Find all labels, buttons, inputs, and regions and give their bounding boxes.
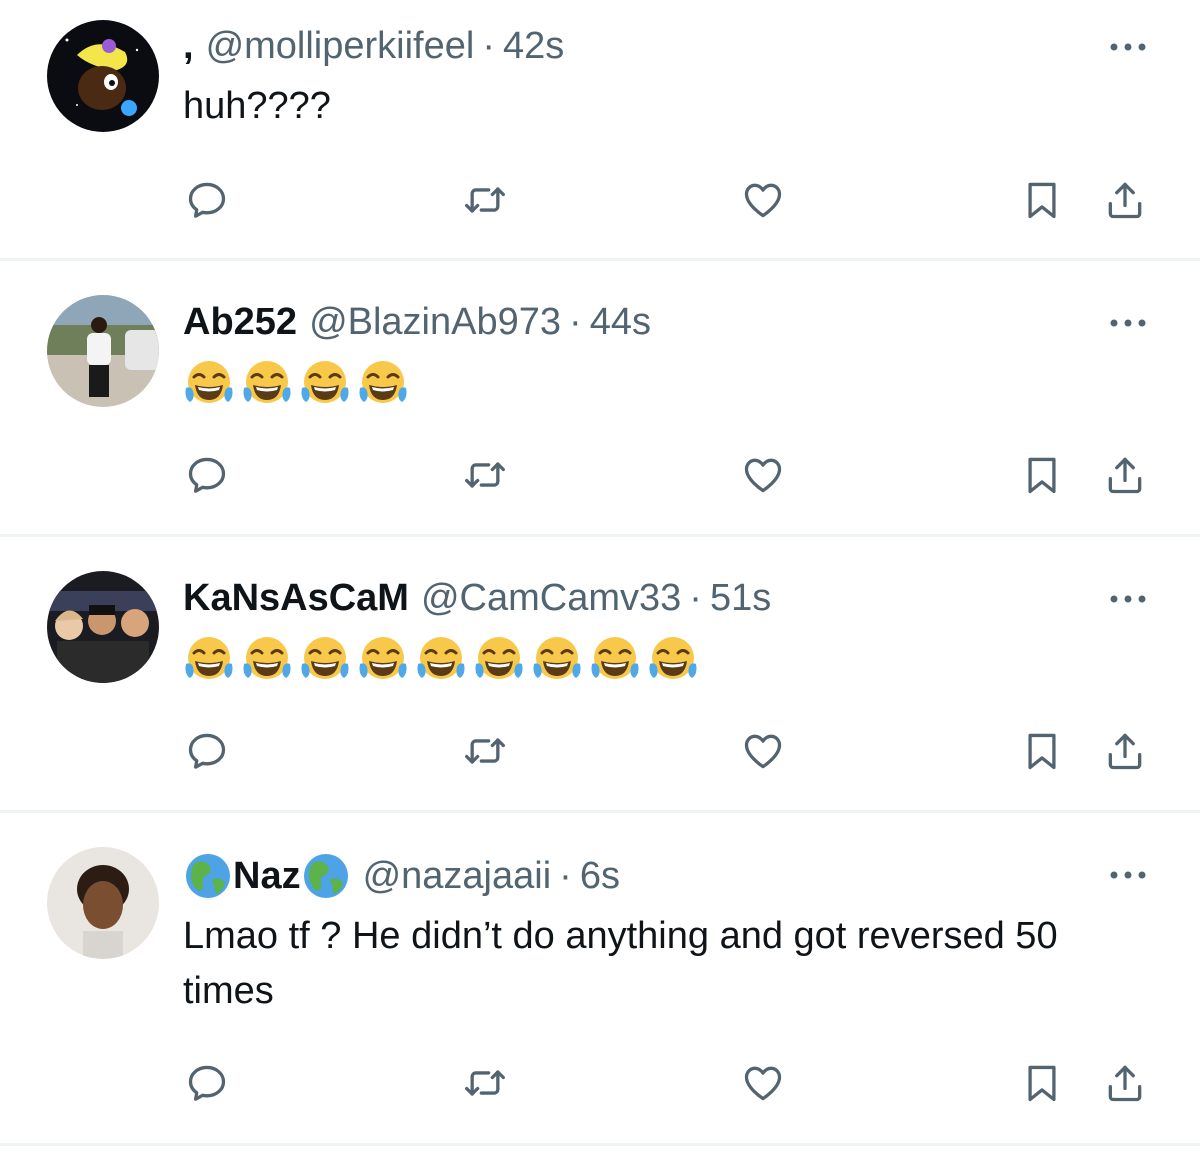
reply-icon — [185, 729, 229, 773]
retweet-icon — [463, 1061, 507, 1105]
display-name[interactable]: KaNsAsCaM — [183, 575, 409, 621]
reply-button[interactable] — [182, 450, 232, 500]
share-button[interactable] — [1100, 450, 1150, 500]
bookmark-icon — [1020, 453, 1064, 497]
timestamp[interactable]: 44s — [590, 299, 651, 345]
reply-button[interactable] — [182, 1058, 232, 1108]
tweet-header: KaNsAsCaM @CamCamv33 · 51s — [183, 575, 1080, 621]
tears-of-joy-emoji — [647, 634, 699, 686]
retweet-button[interactable] — [460, 1058, 510, 1108]
heart-icon — [741, 729, 785, 773]
heart-icon — [741, 178, 785, 222]
tweet-header: Naz @nazajaaii · 6s — [183, 851, 1080, 901]
tears-of-joy-emoji — [415, 634, 467, 686]
more-icon[interactable] — [1106, 865, 1150, 885]
tears-of-joy-emoji — [589, 634, 641, 686]
timestamp[interactable]: 6s — [580, 853, 620, 899]
bookmark-icon — [1020, 1061, 1064, 1105]
tweet-text: Lmao tf ? He didn’t do anything and got … — [183, 915, 1058, 1012]
tweet-actions — [0, 726, 1200, 776]
timestamp[interactable]: 42s — [503, 23, 564, 69]
tears-of-joy-emoji — [531, 634, 583, 686]
reply-icon — [185, 453, 229, 497]
tweet[interactable]: , @molliperkiifeel · 42s huh???? — [0, 0, 1200, 261]
like-button[interactable] — [738, 1058, 788, 1108]
globe-icon — [301, 851, 351, 901]
bookmark-button[interactable] — [1017, 175, 1067, 225]
like-button[interactable] — [738, 450, 788, 500]
user-handle[interactable]: @nazajaaii — [363, 853, 552, 899]
user-handle[interactable]: @CamCamv33 — [421, 575, 681, 621]
bookmark-icon — [1020, 729, 1064, 773]
user-handle[interactable]: @BlazinAb973 — [309, 299, 561, 345]
tears-of-joy-emoji — [241, 634, 293, 686]
tweet[interactable]: Naz @nazajaaii · 6s Lmao tf ? He didn’t … — [0, 813, 1200, 1146]
display-name[interactable]: Naz — [233, 853, 301, 899]
emoji-row — [183, 358, 409, 410]
share-icon — [1103, 1061, 1147, 1105]
retweet-button[interactable] — [460, 726, 510, 776]
bookmark-icon — [1020, 178, 1064, 222]
tweet-actions — [0, 1058, 1200, 1108]
tears-of-joy-emoji — [183, 634, 235, 686]
tears-of-joy-emoji — [299, 634, 351, 686]
retweet-icon — [463, 178, 507, 222]
share-button[interactable] — [1100, 1058, 1150, 1108]
avatar[interactable] — [47, 20, 159, 132]
tweet-header: , @molliperkiifeel · 42s — [183, 23, 1080, 69]
avatar[interactable] — [47, 571, 159, 683]
more-icon[interactable] — [1106, 589, 1150, 609]
tears-of-joy-emoji — [241, 358, 293, 410]
tears-of-joy-emoji — [357, 634, 409, 686]
emoji-row — [183, 634, 699, 686]
share-icon — [1103, 453, 1147, 497]
separator: · — [559, 855, 572, 897]
heart-icon — [741, 1061, 785, 1105]
separator: · — [482, 25, 495, 67]
tweet-actions — [0, 450, 1200, 500]
reply-icon — [185, 178, 229, 222]
timestamp[interactable]: 51s — [710, 575, 771, 621]
bookmark-button[interactable] — [1017, 1058, 1067, 1108]
tweet-header: Ab252 @BlazinAb973 · 44s — [183, 299, 1080, 345]
tweet-text: huh???? — [183, 85, 331, 127]
reply-icon — [185, 1061, 229, 1105]
bookmark-button[interactable] — [1017, 450, 1067, 500]
reply-button[interactable] — [182, 175, 232, 225]
reply-button[interactable] — [182, 726, 232, 776]
avatar[interactable] — [47, 847, 159, 959]
retweet-icon — [463, 453, 507, 497]
tears-of-joy-emoji — [473, 634, 525, 686]
replies-feed: , @molliperkiifeel · 42s huh???? Ab252 @… — [0, 0, 1200, 1156]
user-handle[interactable]: @molliperkiifeel — [206, 23, 475, 69]
heart-icon — [741, 453, 785, 497]
bookmark-button[interactable] — [1017, 726, 1067, 776]
tweet-actions — [0, 175, 1200, 225]
share-button[interactable] — [1100, 726, 1150, 776]
display-name[interactable]: , — [183, 23, 194, 69]
tears-of-joy-emoji — [357, 358, 409, 410]
retweet-button[interactable] — [460, 450, 510, 500]
display-name[interactable]: Ab252 — [183, 299, 297, 345]
retweet-icon — [463, 729, 507, 773]
more-icon[interactable] — [1106, 313, 1150, 333]
more-icon[interactable] — [1106, 37, 1150, 57]
separator: · — [569, 301, 582, 343]
tears-of-joy-emoji — [183, 358, 235, 410]
globe-icon — [183, 851, 233, 901]
like-button[interactable] — [738, 726, 788, 776]
share-icon — [1103, 729, 1147, 773]
retweet-button[interactable] — [460, 175, 510, 225]
separator: · — [689, 577, 702, 619]
avatar[interactable] — [47, 295, 159, 407]
share-icon — [1103, 178, 1147, 222]
tears-of-joy-emoji — [299, 358, 351, 410]
tweet[interactable]: KaNsAsCaM @CamCamv33 · 51s — [0, 537, 1200, 813]
like-button[interactable] — [738, 175, 788, 225]
share-button[interactable] — [1100, 175, 1150, 225]
tweet[interactable]: Ab252 @BlazinAb973 · 44s — [0, 261, 1200, 537]
